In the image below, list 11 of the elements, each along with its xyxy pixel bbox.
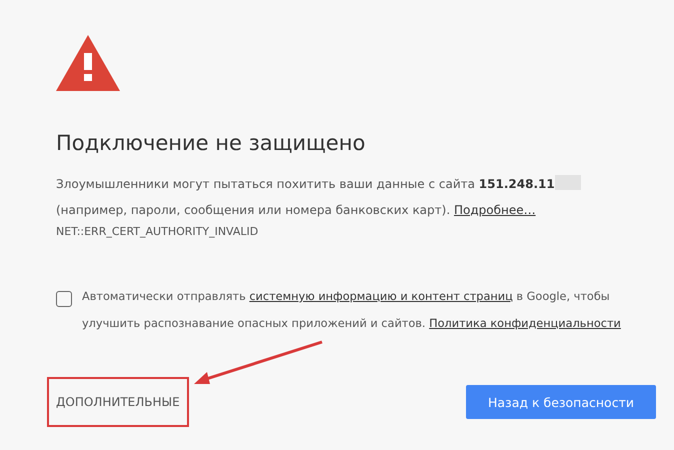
privacy-policy-link[interactable]: Политика конфиденциальности [429,317,621,330]
warning-icon [56,35,120,91]
error-code: NET::ERR_CERT_AUTHORITY_INVALID [56,224,260,240]
report-checkbox[interactable] [56,291,72,307]
page-heading: Подключение не защищено [56,130,366,157]
warning-text: Злоумышленники могут пытаться похитить ваши данные с сайта 151.248.11 (например, пароли, сообщения или номера банковских карт). Подробнее… [56,171,656,223]
system-info-link[interactable]: системную информацию и контент страниц [249,290,513,303]
back-to-safety-button[interactable]: Назад к безопасности [466,385,656,419]
advanced-button[interactable]: ДОПОЛНИТЕЛЬНЫЕ [56,387,180,417]
report-text: Автоматически отправлять системную информацию и контент страниц в Google, чтобы улучшить распознавание опасных приложений и сайтов. Политика конфиденциальности [82,289,622,332]
details-link[interactable]: Подробнее… [454,203,536,217]
